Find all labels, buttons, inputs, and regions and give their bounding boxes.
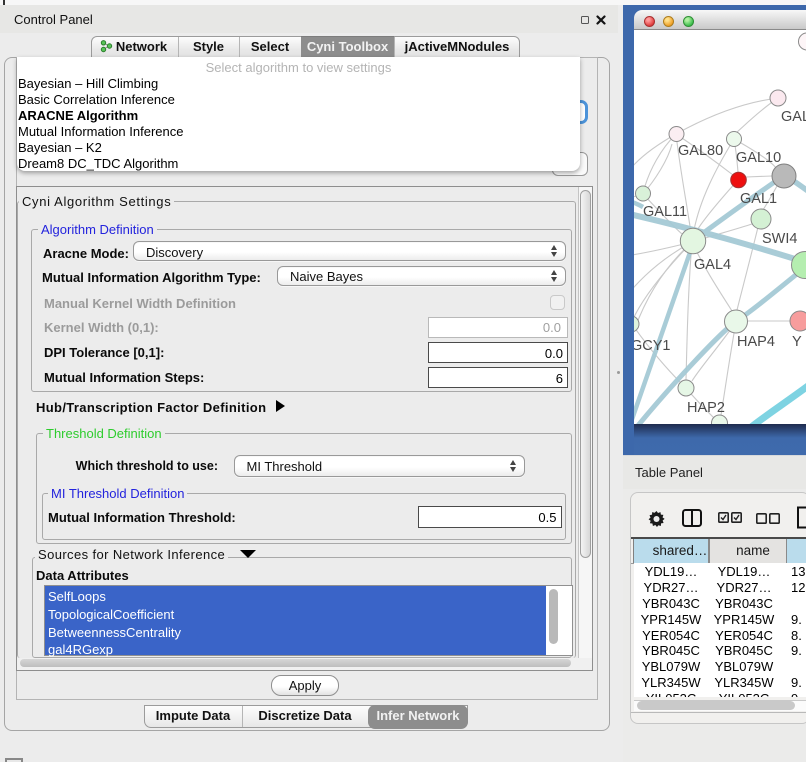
svg-text:HAP2: HAP2 — [687, 400, 725, 416]
svg-text:GAL4: GAL4 — [694, 257, 731, 273]
svg-text:GCY1: GCY1 — [634, 338, 671, 354]
svg-text:GAL80: GAL80 — [678, 143, 723, 159]
svg-text:SWI4: SWI4 — [762, 231, 797, 247]
svg-text:GAL11: GAL11 — [643, 204, 687, 220]
svg-text:GAL: GAL — [781, 109, 806, 125]
svg-text:HAP4: HAP4 — [737, 334, 775, 350]
svg-text:GAL1: GAL1 — [740, 191, 777, 207]
svg-text:GAL10: GAL10 — [736, 150, 781, 166]
svg-text:Y: Y — [792, 334, 802, 350]
